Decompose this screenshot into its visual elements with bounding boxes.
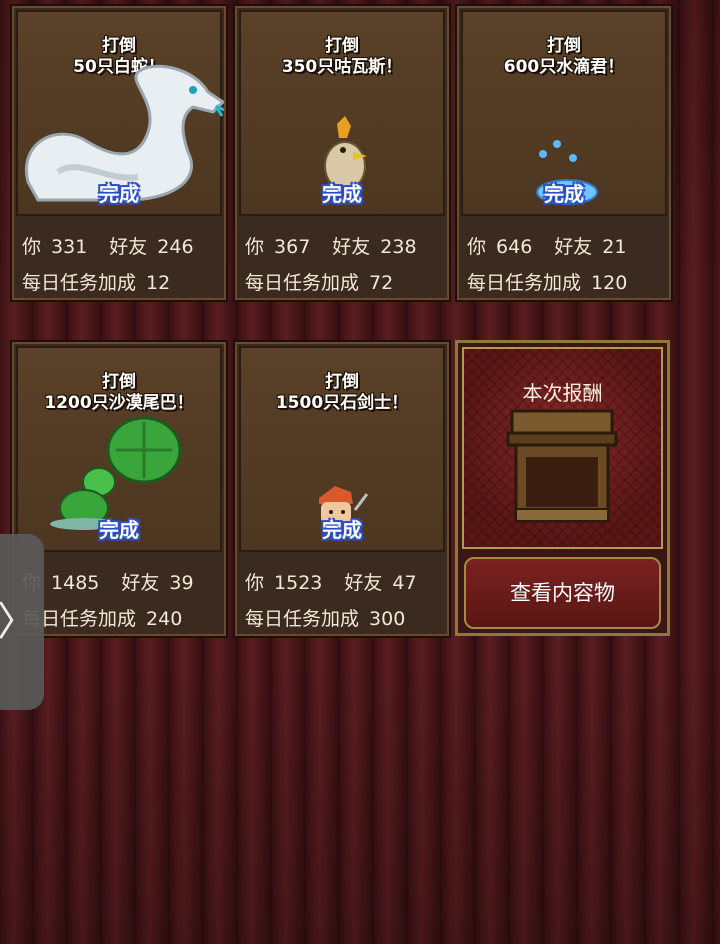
side-expand-tab[interactable]: 〉 <box>0 534 44 710</box>
bonus-label: 每日任务加成 <box>467 272 582 294</box>
quest-title-line2: 1200只沙漠尾巴！ <box>44 393 194 413</box>
quest-title-line1: 打倒 <box>325 372 359 392</box>
bonus-label: 每日任务加成 <box>22 272 137 294</box>
friend-value: 246 <box>157 236 194 258</box>
chevron-right-icon: 〉 <box>0 599 37 645</box>
you-label: 你 <box>245 236 265 258</box>
bonus-value: 300 <box>369 608 406 630</box>
quest-title-line2: 600只水滴君！ <box>503 57 625 77</box>
quest-title-line1: 打倒 <box>547 36 581 56</box>
status-complete: 完成 <box>322 518 362 542</box>
you-label: 你 <box>22 236 42 258</box>
quest-title-line1: 打倒 <box>325 36 359 56</box>
quest-title-line2: 1500只石剑士！ <box>275 393 409 413</box>
quest-stats: 你1485好友39 每日任务加成240 <box>18 558 220 634</box>
friend-value: 238 <box>380 236 417 258</box>
status-complete: 完成 <box>322 182 362 206</box>
friend-label: 好友 <box>121 572 160 594</box>
friend-label: 好友 <box>332 236 371 258</box>
you-label: 你 <box>245 572 265 594</box>
status-complete: 完成 <box>99 182 139 206</box>
quest-title-line1: 打倒 <box>102 36 136 56</box>
view-contents-button[interactable]: 查看内容物 <box>464 557 661 629</box>
quest-card-stone-swordsman[interactable]: 打倒 1500只石剑士！ 完成 你 1523 好友 47 每日任务加成 300 <box>233 340 451 638</box>
bonus-label: 每日任务加成 <box>245 608 360 630</box>
reward-title: 本次报酬 <box>522 381 603 405</box>
friend-label: 好友 <box>344 572 383 594</box>
bonus-value: 12 <box>146 272 171 294</box>
treasure-chest-icon <box>506 409 618 523</box>
you-value: 331 <box>51 236 88 258</box>
bonus-value: 72 <box>369 272 394 294</box>
bonus-label: 每日任务加成 <box>245 272 360 294</box>
quest-card-chicken[interactable]: 打倒 350只咕瓦斯！ 完成 你 367 好友 238 每日任务加成 72 <box>233 4 451 302</box>
you-value: 646 <box>496 236 533 258</box>
friend-value: 39 <box>169 572 194 594</box>
quest-card-water-drop[interactable]: 打倒 600只水滴君！ 完成 你 646 好友 21 每日任务加成 120 <box>455 4 673 302</box>
quest-stats: 你 331 好友 246 每日任务加成 12 <box>18 222 220 298</box>
you-value: 367 <box>274 236 311 258</box>
quest-title-line1: 打倒 <box>102 372 136 392</box>
quest-title-line2: 350只咕瓦斯！ <box>281 57 403 77</box>
friend-value: 21 <box>602 236 627 258</box>
bonus-value: 240 <box>146 608 183 630</box>
friend-label: 好友 <box>109 236 148 258</box>
status-complete: 完成 <box>544 182 584 206</box>
quest-card-white-snake[interactable]: 打倒 50只白蛇！ 完成 你 331 好友 246 每日任务加成 12 <box>10 4 228 302</box>
friend-value: 47 <box>392 572 417 594</box>
reward-panel: 本次报酬 查看内容物 <box>455 340 670 636</box>
status-complete: 完成 <box>99 518 139 542</box>
you-value: 1523 <box>274 572 323 594</box>
you-label: 你 <box>467 236 487 258</box>
quest-stats: 你 646 好友 21 每日任务加成 120 <box>463 222 665 298</box>
bonus-value: 120 <box>591 272 628 294</box>
quest-stats: 你 1523 好友 47 每日任务加成 300 <box>241 558 443 634</box>
quest-stats: 你 367 好友 238 每日任务加成 72 <box>241 222 443 298</box>
you-value: 1485 <box>51 572 100 594</box>
friend-label: 好友 <box>554 236 593 258</box>
